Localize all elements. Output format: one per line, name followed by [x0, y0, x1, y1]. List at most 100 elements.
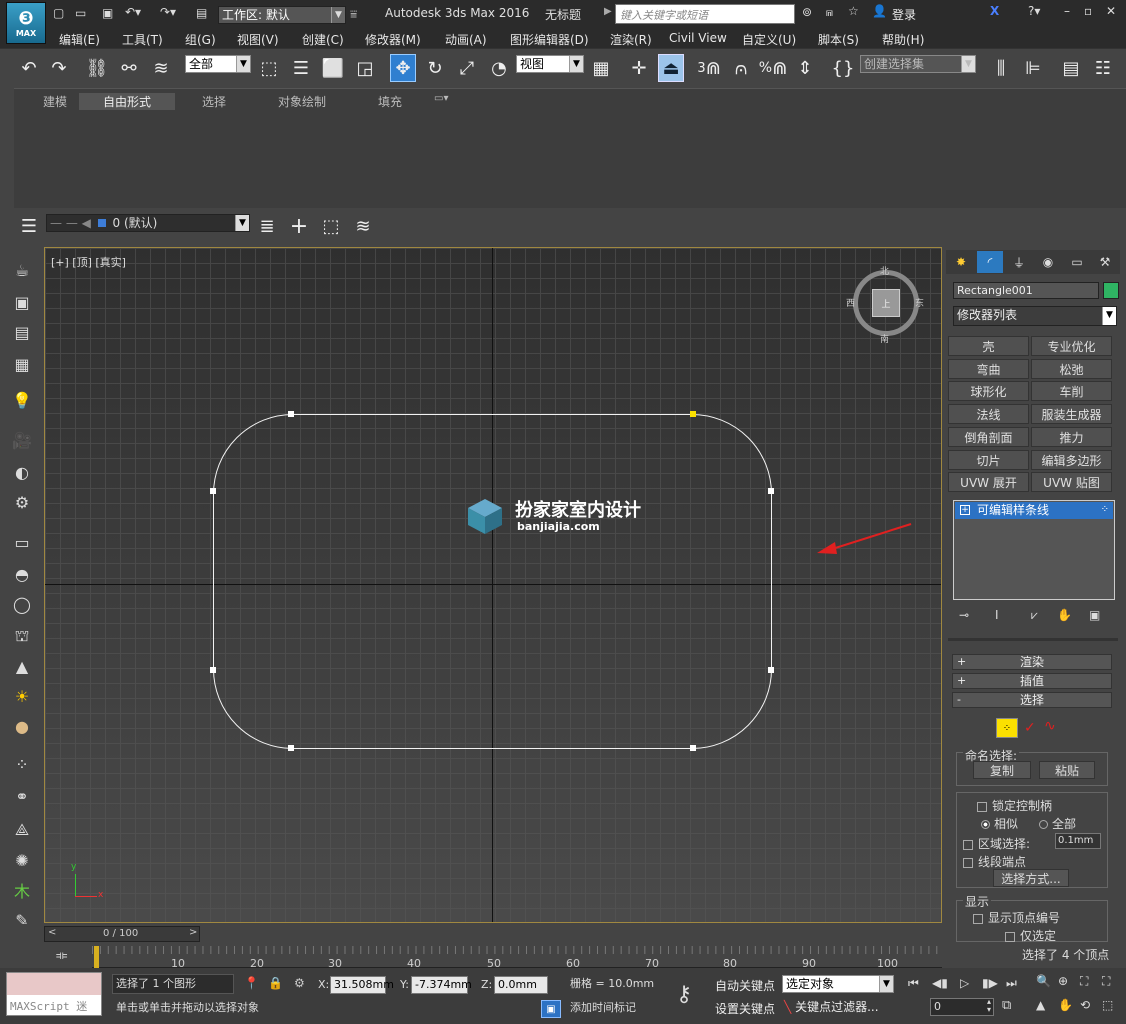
menu-rendering[interactable]: 渲染(R) [610, 31, 652, 48]
rollout-interpolation[interactable]: + 插值 [952, 673, 1112, 689]
rollout-rendering[interactable]: + 渲染 [952, 654, 1112, 670]
window-crossing-icon[interactable]: ◲ [352, 54, 378, 82]
display-tab-icon[interactable]: ▭ [1064, 251, 1090, 273]
vertex-handle[interactable] [288, 745, 294, 751]
customize-qat-icon[interactable]: ⩸ [350, 7, 357, 22]
bind-spacewarp-icon[interactable]: ≋ [148, 54, 174, 82]
show-vertex-numbers-checkbox[interactable]: 显示顶点编号 [973, 909, 1060, 926]
reference-coordinate-dropdown[interactable]: 视图 ▼ [516, 55, 584, 73]
vertex-subobject-icon[interactable]: ⁘ [996, 718, 1018, 738]
modifier-list-dropdown[interactable]: 修改器列表 ▼ [953, 306, 1117, 326]
ribbon-tab-populate[interactable]: 填充 [378, 93, 402, 110]
maxscript-listener[interactable]: MAXScript 迷 [6, 972, 102, 1016]
selection-filter-dropdown[interactable]: 全部 ▼ [185, 55, 251, 73]
layer-explorer-icon[interactable]: ☰ [16, 212, 42, 240]
area-selection-spinner[interactable]: 0.1mm [1055, 833, 1101, 849]
modifier-uvw-map-button[interactable]: UVW 贴图 [1031, 472, 1112, 492]
create-tab-icon[interactable]: ✸ [948, 251, 974, 273]
segment-subobject-icon[interactable]: ✓ [1024, 720, 1036, 736]
particles-icon[interactable]: ⁘ [10, 752, 34, 776]
autodesk-exchange-icon[interactable]: X [990, 4, 999, 18]
current-frame-field[interactable]: 0 ▴ ▾ [930, 998, 994, 1016]
menu-create[interactable]: 创建(C) [302, 31, 344, 48]
ribbon-tab-freeform[interactable]: 自由形式 [79, 93, 176, 110]
zoom-extents-all-icon[interactable]: ⛶ [1102, 974, 1110, 989]
add-to-layer-icon[interactable]: ⬚ [318, 212, 344, 240]
z-coordinate-field[interactable]: 0.0mm [494, 976, 548, 994]
help-icon[interactable]: ?▾ [1028, 4, 1040, 18]
select-scale-icon[interactable]: ⤢ [454, 54, 480, 82]
vertex-handle[interactable] [690, 745, 696, 751]
rect-selection-icon[interactable]: ⬜ [320, 54, 346, 82]
object-name-field[interactable]: Rectangle001 [953, 282, 1099, 299]
mirror-icon[interactable]: ⫼ [988, 54, 1014, 82]
menu-group[interactable]: 组(G) [185, 31, 216, 48]
table-icon[interactable]: ▦ [10, 352, 34, 376]
menu-tools[interactable]: 工具(T) [122, 31, 163, 48]
grass-icon[interactable]: ⽊ [10, 878, 34, 902]
motion-tab-icon[interactable]: ◉ [1035, 251, 1061, 273]
torus-icon[interactable]: ◯ [10, 592, 34, 616]
redo-large-icon[interactable]: ↷ [46, 54, 72, 82]
time-slider-prev-icon[interactable]: < [48, 927, 56, 938]
modifier-lathe-button[interactable]: 车削 [1031, 381, 1112, 401]
modifier-garment-maker-button[interactable]: 服装生成器 [1031, 404, 1112, 424]
orbit-icon[interactable]: ⟲ [1080, 998, 1090, 1012]
teapot-icon[interactable]: ☕ [10, 258, 34, 282]
save-file-icon[interactable]: ▣ [102, 6, 113, 20]
user-icon[interactable]: 👤 [872, 4, 887, 18]
search-input[interactable]: 键入关键字或短语 [615, 4, 795, 24]
zoom-extents-icon[interactable]: ⛶ [1080, 974, 1088, 989]
layer-stack-icon[interactable]: ≣ [254, 212, 280, 240]
viewport-label[interactable]: [+] [顶] [真实] [51, 254, 126, 270]
login-link[interactable]: 登录 [892, 6, 916, 23]
molecule-icon[interactable]: ⚭ [10, 784, 34, 808]
modifier-push-button[interactable]: 推力 [1031, 427, 1112, 447]
x-coordinate-field[interactable]: 31.508mm [330, 976, 394, 994]
play-icon[interactable]: ▷ [960, 976, 969, 990]
viewcube[interactable]: 上 [853, 270, 919, 336]
sphere-half-icon[interactable]: ◐ [10, 460, 34, 484]
absolute-mode-icon[interactable]: ⚙ [294, 976, 305, 990]
select-by-name-icon[interactable]: ☰ [288, 54, 314, 82]
maxscript-input[interactable]: MAXScript 迷 [7, 995, 101, 1015]
show-end-result-icon[interactable]: I [995, 608, 999, 622]
workspace-dropdown[interactable]: 工作区: 默认 ▼ [218, 6, 346, 24]
pan-view-icon[interactable]: ✋ [1058, 998, 1073, 1012]
app-logo-button[interactable]: ❸ MAX [6, 2, 46, 44]
select-layer-objects-icon[interactable]: ≋ [350, 212, 376, 240]
menu-customize[interactable]: 自定义(U) [742, 31, 796, 48]
modifier-stack[interactable]: + 可编辑样条线 ⁘ [953, 500, 1115, 600]
gear-sphere-icon[interactable]: ✺ [10, 848, 34, 872]
project-folder-icon[interactable]: ▤ [196, 6, 207, 20]
search-expand-icon[interactable]: ▶ [604, 6, 612, 17]
next-frame-icon[interactable]: ▮▶ [982, 976, 998, 990]
selection-lock-icon[interactable]: 🔒 [268, 976, 283, 990]
lock-handles-checkbox[interactable]: 锁定控制柄 [977, 797, 1052, 814]
camera-icon[interactable]: 🎥 [10, 428, 34, 452]
favorites-star-icon[interactable]: ☆ [848, 4, 859, 18]
vertex-handle[interactable] [768, 488, 774, 494]
create-layer-icon[interactable]: + [286, 212, 312, 240]
object-color-swatch[interactable] [1103, 282, 1119, 299]
maximize-icon[interactable]: ▫ [1084, 4, 1092, 18]
set-key-button[interactable]: 设置关键点 [712, 998, 778, 1018]
align-icon[interactable]: ⊫ [1020, 54, 1046, 82]
light-list-icon[interactable]: 💡 [10, 388, 34, 412]
time-slider-next-icon[interactable]: > [189, 927, 197, 938]
modifier-spherify-button[interactable]: 球形化 [948, 381, 1029, 401]
render-setup-icon[interactable]: ⚙ [10, 490, 34, 514]
vertex-handle[interactable] [768, 667, 774, 673]
modify-tab-icon[interactable]: ◜ [977, 251, 1003, 273]
rollout-selection[interactable]: - 选择 [952, 692, 1112, 708]
snaps-toggle-icon[interactable]: 3 ⋒ [696, 54, 722, 82]
menu-help[interactable]: 帮助(H) [882, 31, 924, 48]
binoculars-icon[interactable]: ⊚ [802, 5, 812, 19]
new-file-icon[interactable]: ▢ [53, 6, 64, 20]
ribbon-tab-object-paint[interactable]: 对象绘制 [278, 93, 326, 110]
viewport-top[interactable]: [+] [顶] [真实] 扮家家室内设计 banjiajia.com 上 北 南… [44, 247, 942, 923]
field-of-view-icon[interactable]: ▲ [1036, 998, 1045, 1012]
auto-key-button[interactable]: 自动关键点 [712, 975, 778, 995]
menu-graph-editors[interactable]: 图形编辑器(D) [510, 31, 589, 48]
stack-item[interactable]: + 可编辑样条线 ⁘ [955, 502, 1113, 519]
